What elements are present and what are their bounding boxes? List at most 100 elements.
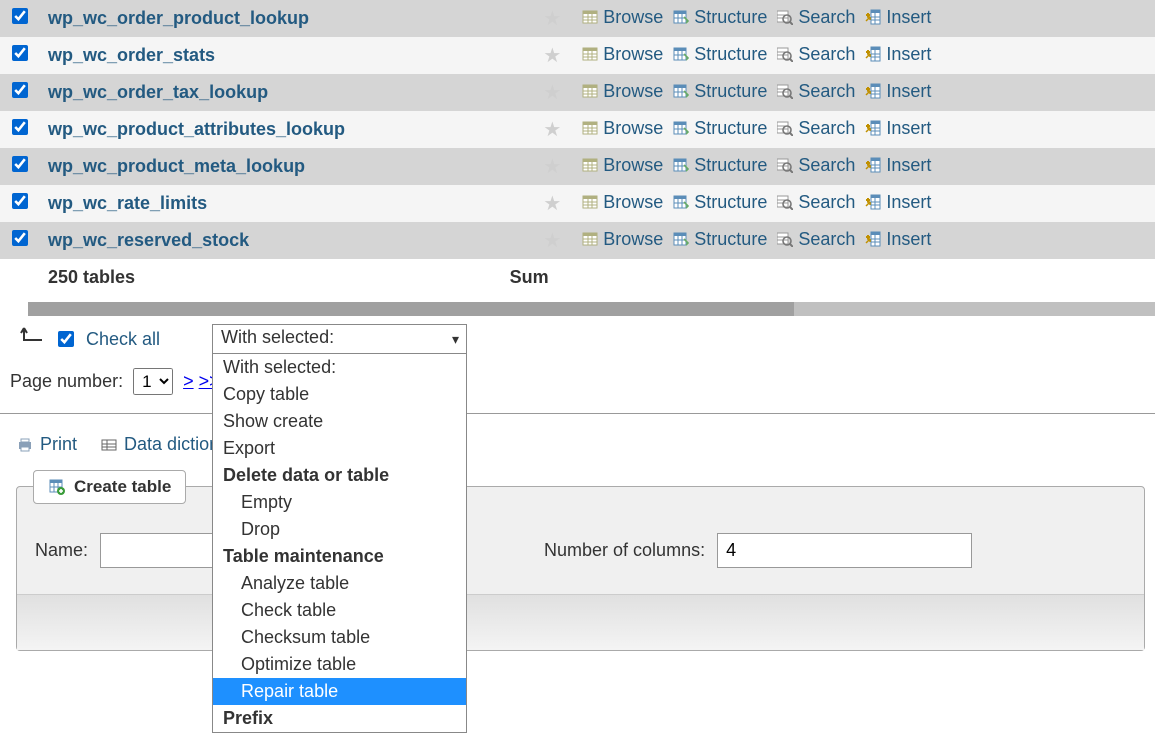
search-icon bbox=[776, 156, 794, 174]
checkall-label[interactable]: Check all bbox=[86, 329, 160, 350]
tables-summary: 250 tables Sum bbox=[0, 259, 1155, 296]
insert-link[interactable]: Insert bbox=[864, 155, 931, 176]
table-name-link[interactable]: wp_wc_product_attributes_lookup bbox=[48, 119, 345, 139]
search-link[interactable]: Search bbox=[776, 44, 855, 65]
table-row: wp_wc_product_attributes_lookup ★ Browse S… bbox=[0, 111, 1155, 148]
favorite-star-icon[interactable]: ★ bbox=[543, 119, 561, 141]
table-row-checkbox[interactable] bbox=[12, 156, 28, 172]
browse-icon bbox=[581, 230, 599, 248]
table-name-link[interactable]: wp_wc_rate_limits bbox=[48, 193, 207, 213]
print-link[interactable]: Print bbox=[16, 434, 77, 455]
search-icon bbox=[776, 82, 794, 100]
browse-link[interactable]: Browse bbox=[581, 7, 663, 28]
structure-link[interactable]: Structure bbox=[672, 155, 767, 176]
create-columns-input[interactable] bbox=[717, 533, 972, 568]
structure-link[interactable]: Structure bbox=[672, 229, 767, 250]
table-row-checkbox[interactable] bbox=[12, 119, 28, 135]
table-row-checkbox[interactable] bbox=[12, 45, 28, 61]
structure-link[interactable]: Structure bbox=[672, 192, 767, 213]
table-row-checkbox[interactable] bbox=[12, 230, 28, 246]
browse-link[interactable]: Browse bbox=[581, 44, 663, 65]
insert-link[interactable]: Insert bbox=[864, 7, 931, 28]
browse-link[interactable]: Browse bbox=[581, 155, 663, 176]
browse-link[interactable]: Browse bbox=[581, 192, 663, 213]
structure-icon bbox=[672, 8, 690, 26]
dropdown-option[interactable]: Empty bbox=[213, 489, 466, 516]
dropdown-option[interactable]: Drop bbox=[213, 516, 466, 543]
with-selected-menu: With selected:Copy tableShow createExpor… bbox=[212, 354, 467, 733]
table-name-link[interactable]: wp_wc_order_product_lookup bbox=[48, 8, 309, 28]
dropdown-option: Delete data or table bbox=[213, 462, 466, 489]
with-selected-dropdown[interactable]: With selected: bbox=[212, 324, 467, 354]
dropdown-option[interactable]: Checksum table bbox=[213, 624, 466, 651]
insert-icon bbox=[864, 230, 882, 248]
dropdown-option: Table maintenance bbox=[213, 543, 466, 570]
table-row-checkbox[interactable] bbox=[12, 8, 28, 24]
table-name-link[interactable]: wp_wc_product_meta_lookup bbox=[48, 156, 305, 176]
favorite-star-icon[interactable]: ★ bbox=[543, 82, 561, 104]
print-icon bbox=[16, 436, 34, 454]
browse-icon bbox=[581, 156, 599, 174]
table-name-link[interactable]: wp_wc_reserved_stock bbox=[48, 230, 249, 250]
create-table-header: Create table bbox=[33, 470, 186, 504]
summary-tables-count: 250 tables bbox=[40, 259, 440, 296]
data-dictionary-icon bbox=[100, 436, 118, 454]
insert-link[interactable]: Insert bbox=[864, 81, 931, 102]
favorite-star-icon[interactable]: ★ bbox=[543, 230, 561, 252]
search-icon bbox=[776, 119, 794, 137]
horizontal-scrollbar[interactable] bbox=[28, 302, 1155, 316]
browse-link[interactable]: Browse bbox=[581, 229, 663, 250]
search-link[interactable]: Search bbox=[776, 229, 855, 250]
dropdown-option: Prefix bbox=[213, 705, 466, 732]
checkall-checkbox[interactable] bbox=[58, 331, 74, 347]
insert-link[interactable]: Insert bbox=[864, 118, 931, 139]
dropdown-option[interactable]: Repair table bbox=[213, 678, 466, 705]
dropdown-option[interactable]: With selected: bbox=[213, 354, 466, 381]
insert-icon bbox=[864, 45, 882, 63]
dropdown-option[interactable]: Show create bbox=[213, 408, 466, 435]
insert-link[interactable]: Insert bbox=[864, 229, 931, 250]
search-link[interactable]: Search bbox=[776, 192, 855, 213]
insert-link[interactable]: Insert bbox=[864, 192, 931, 213]
favorite-star-icon[interactable]: ★ bbox=[543, 156, 561, 178]
structure-link[interactable]: Structure bbox=[672, 118, 767, 139]
insert-icon bbox=[864, 82, 882, 100]
browse-link[interactable]: Browse bbox=[581, 118, 663, 139]
dropdown-option[interactable]: Optimize table bbox=[213, 651, 466, 678]
favorite-star-icon[interactable]: ★ bbox=[543, 193, 561, 215]
create-table-block: Create table Name: Number of columns: bbox=[16, 486, 1145, 651]
pager-next[interactable]: > bbox=[183, 371, 194, 391]
table-name-link[interactable]: wp_wc_order_stats bbox=[48, 45, 215, 65]
insert-icon bbox=[864, 8, 882, 26]
table-row-checkbox[interactable] bbox=[12, 82, 28, 98]
page-number-label: Page number: bbox=[10, 371, 123, 392]
search-link[interactable]: Search bbox=[776, 118, 855, 139]
browse-link[interactable]: Browse bbox=[581, 81, 663, 102]
structure-link[interactable]: Structure bbox=[672, 81, 767, 102]
dropdown-option[interactable]: Export bbox=[213, 435, 466, 462]
browse-icon bbox=[581, 119, 599, 137]
create-footer bbox=[17, 595, 1144, 650]
browse-icon bbox=[581, 82, 599, 100]
structure-link[interactable]: Structure bbox=[672, 44, 767, 65]
create-columns-label: Number of columns: bbox=[544, 540, 705, 561]
page-number-select[interactable]: 1 bbox=[133, 368, 173, 395]
table-name-link[interactable]: wp_wc_order_tax_lookup bbox=[48, 82, 268, 102]
tools-row: Print Data dictionary bbox=[0, 430, 1155, 474]
dropdown-option[interactable]: Analyze table bbox=[213, 570, 466, 597]
structure-icon bbox=[672, 119, 690, 137]
checkall-row: Check all With selected: ▾ With selected… bbox=[0, 316, 1155, 362]
dropdown-option[interactable]: Copy table bbox=[213, 381, 466, 408]
tables-list: wp_wc_order_product_lookup ★ Browse Struct… bbox=[0, 0, 1155, 259]
dropdown-option[interactable]: Check table bbox=[213, 597, 466, 624]
table-row: wp_wc_order_product_lookup ★ Browse Struct… bbox=[0, 0, 1155, 37]
search-link[interactable]: Search bbox=[776, 155, 855, 176]
search-link[interactable]: Search bbox=[776, 81, 855, 102]
insert-link[interactable]: Insert bbox=[864, 44, 931, 65]
favorite-star-icon[interactable]: ★ bbox=[543, 8, 561, 30]
table-row-checkbox[interactable] bbox=[12, 193, 28, 209]
search-link[interactable]: Search bbox=[776, 7, 855, 28]
favorite-star-icon[interactable]: ★ bbox=[543, 45, 561, 67]
structure-link[interactable]: Structure bbox=[672, 7, 767, 28]
structure-icon bbox=[672, 45, 690, 63]
